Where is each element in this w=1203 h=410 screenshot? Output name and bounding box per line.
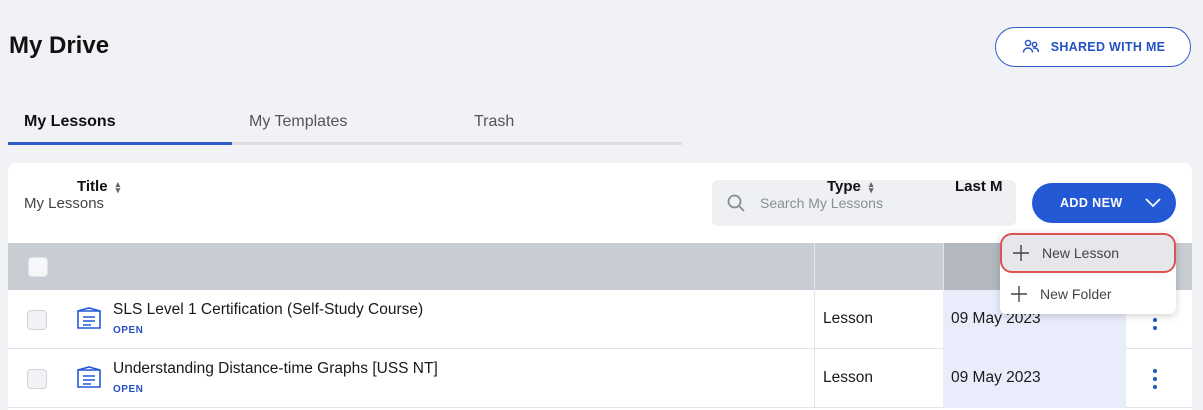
row-title[interactable]: SLS Level 1 Certification (Self-Study Co… [113,301,423,319]
menu-item-new-folder[interactable]: New Folder [1000,274,1176,314]
row-type: Lesson [823,310,873,327]
column-type-label: Type [827,178,861,195]
menu-item-new-lesson[interactable]: New Lesson [1000,233,1176,273]
active-tab-indicator [8,142,232,145]
shared-with-me-button[interactable]: SHARED WITH ME [995,27,1191,67]
table-row[interactable]: Understanding Distance-time Graphs [USS … [8,349,1192,408]
column-last-modified-label: Last M [955,178,1003,195]
column-title-label: Title [77,178,108,195]
chevron-down-icon [1145,198,1161,208]
plus-icon [1013,245,1029,261]
lesson-icon [77,366,101,388]
row-checkbox[interactable] [27,310,47,330]
people-icon [1022,39,1039,53]
row-title[interactable]: Understanding Distance-time Graphs [USS … [113,360,438,378]
tab-trash[interactable]: Trash [474,113,514,131]
row-checkbox[interactable] [27,369,47,389]
select-all-checkbox[interactable] [28,257,48,277]
row-modified-date: 09 May 2023 [951,369,1041,386]
add-new-label: ADD NEW [1060,196,1123,210]
row-type: Lesson [823,369,873,386]
sort-icon[interactable]: ▴ ▾ [869,179,874,194]
sort-icon[interactable]: ▴ ▾ [116,179,121,194]
page-title: My Drive [9,32,110,59]
add-new-button[interactable]: ADD NEW [1032,183,1176,223]
tab-my-lessons[interactable]: My Lessons [24,113,116,131]
more-options-icon[interactable] [1148,369,1162,389]
open-link[interactable]: OPEN [113,325,143,336]
add-new-dropdown-menu: New Lesson New Folder [1000,233,1176,314]
plus-icon [1011,286,1027,302]
menu-item-label: New Lesson [1042,245,1120,261]
column-header-title[interactable]: Title ▴ ▾ [77,163,120,210]
column-header-type[interactable]: Type ▴ ▾ [827,163,873,210]
menu-item-label: New Folder [1040,286,1112,302]
shared-with-me-label: SHARED WITH ME [1050,40,1166,54]
column-header-last-modified[interactable]: Last M [955,163,1003,210]
lesson-icon [77,307,101,329]
tab-bar: My Lessons My Templates Trash [8,108,682,145]
tab-my-templates[interactable]: My Templates [249,113,347,131]
open-link[interactable]: OPEN [113,384,143,395]
search-icon [727,194,745,212]
